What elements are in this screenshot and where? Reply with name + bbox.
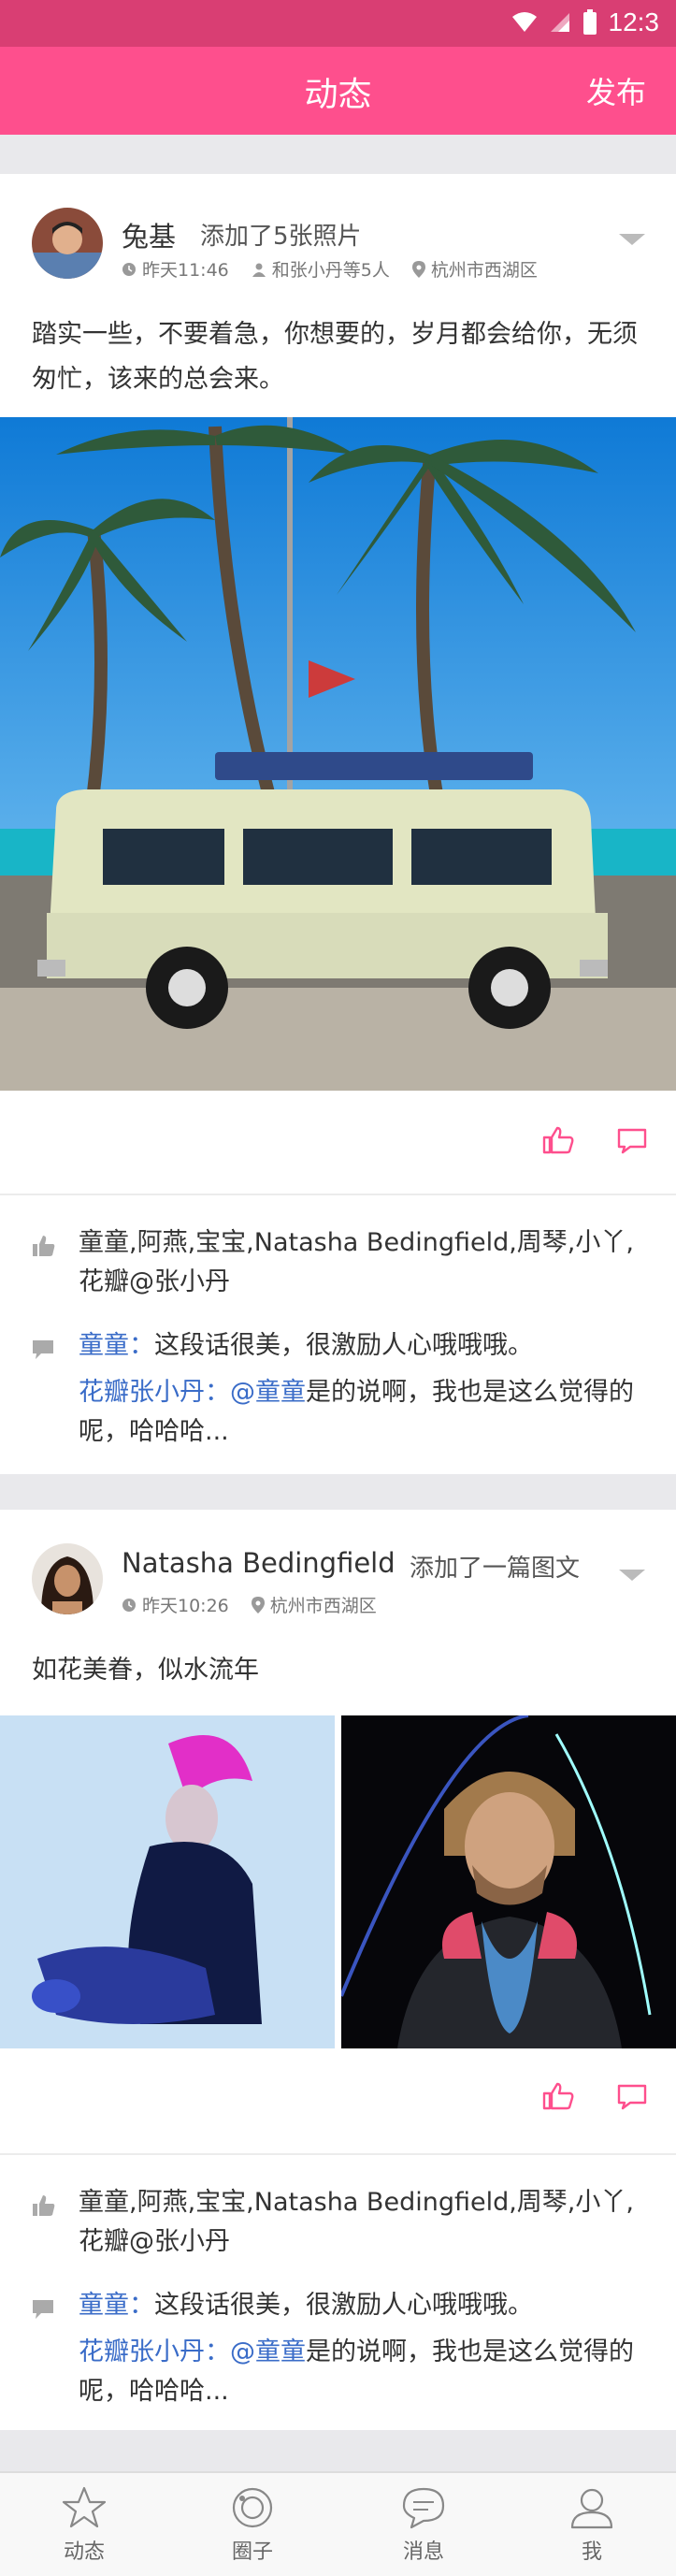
bottom-tab-bar: 动态 圈子 消息 我 [0,2471,676,2576]
post-text: 踏实一些，不要着急，你想要的，岁月都会给你，无须匆忙，该来的总会来。 [32,320,638,394]
top-nav-bar: 动态 发布 [0,47,676,135]
tab-messages[interactable]: 消息 [367,2486,480,2565]
comment-count-icon [33,2300,53,2319]
circle-icon [232,2487,273,2528]
post-meta: 昨天10:26 杭州市西湖区 [122,1592,377,1617]
comment-item[interactable]: 童童：这段话很美，很激励人心哦哦哦。 [79,1326,649,1366]
post-action-text: 添加了一篇图文 [410,1555,581,1583]
post-card: Natasha Bedingfield 添加了一篇图文 昨天10:26 杭州市西… [0,1510,676,2153]
person-icon [570,2488,613,2529]
likes-list[interactable]: 童童,阿燕,宝宝,Natasha Bedingfield,周琴,小丫,花瓣@张小… [79,2183,649,2262]
post-author-name[interactable]: Natasha Bedingfield [122,1547,396,1579]
comment-icon[interactable] [617,1128,647,1154]
avatar[interactable] [32,208,103,279]
comment-item[interactable]: 花瓣张小丹：@童童是的说啊，我也是这么觉得的呢，哈哈哈... [79,1373,649,1452]
chevron-down-icon[interactable] [619,1570,645,1581]
tab-label: 我 [581,2540,602,2564]
post-interactions: 童童,阿燕,宝宝,Natasha Bedingfield,周琴,小丫,花瓣@张小… [0,2155,676,2430]
person-icon [252,263,266,277]
wifi-icon [511,12,537,32]
post-interactions: 童童,阿燕,宝宝,Natasha Bedingfield,周琴,小丫,花瓣@张小… [0,1195,676,1474]
post-photo[interactable] [0,417,676,1091]
comment-icon[interactable] [617,2084,647,2110]
comment-text: 这段话很美，很激励人心哦哦哦。 [154,1331,533,1360]
page-title: 动态 [304,76,372,114]
post-location[interactable]: 杭州市西湖区 [270,1592,377,1617]
star-icon [62,2486,107,2528]
comment-author[interactable]: 童童： [79,2291,154,2320]
post-with-text[interactable]: 和张小丹等5人 [272,256,390,282]
tab-feed[interactable]: 动态 [28,2486,140,2565]
chat-icon [402,2487,445,2529]
like-icon[interactable] [542,1126,574,1154]
like-count-icon [33,1236,55,1256]
clock-text: 12:3 [608,7,660,36]
comment-text: 这段话很美，很激励人心哦哦哦。 [154,2291,533,2320]
status-bar: 12:3 [0,0,676,47]
comment-author[interactable]: 花瓣张小丹： [79,2337,230,2366]
post-author-name[interactable]: 兔基 [122,215,176,254]
comment-item[interactable]: 童童：这段话很美，很激励人心哦哦哦。 [79,2286,649,2325]
comment-count-icon [33,1340,53,1359]
signal-icon [550,13,569,32]
post-photo[interactable] [0,1715,335,2048]
post-text: 如花美眷，似水流年 [32,1656,259,1685]
comment-mention[interactable]: @童童 [230,2337,306,2366]
post-meta: 昨天11:46 和张小丹等5人 杭州市西湖区 [122,256,538,282]
comment-item[interactable]: 花瓣张小丹：@童童是的说啊，我也是这么觉得的呢，哈哈哈... [79,2333,649,2411]
post-photo[interactable] [339,1714,676,2048]
location-pin-icon [251,1596,265,1614]
post-location[interactable]: 杭州市西湖区 [431,256,538,282]
clock-icon [122,262,136,276]
battery-icon [583,9,597,35]
post-time: 昨天10:26 [142,1596,229,1616]
tab-me[interactable]: 我 [536,2486,648,2565]
clock-icon [122,1598,136,1612]
comment-mention[interactable]: @童童 [230,1378,306,1407]
tab-label: 圈子 [231,2540,273,2564]
chevron-down-icon[interactable] [619,234,645,245]
location-pin-icon [411,260,425,278]
post-time: 昨天11:46 [142,260,229,281]
publish-button[interactable]: 发布 [586,69,646,112]
post-action-text: 添加了5张照片 [200,223,362,251]
tab-label: 消息 [402,2540,444,2564]
post-card: 兔基 添加了5张照片 昨天11:46 和张小丹等5人 杭州市西湖区 踏实一些，不… [0,174,676,1194]
likes-list[interactable]: 童童,阿燕,宝宝,Natasha Bedingfield,周琴,小丫,花瓣@张小… [79,1223,649,1302]
tab-label: 动态 [63,2540,105,2564]
comment-author[interactable]: 童童： [79,1331,154,1360]
avatar[interactable] [32,1543,103,1614]
like-icon[interactable] [542,2082,574,2110]
comment-author[interactable]: 花瓣张小丹： [79,1378,230,1407]
like-count-icon [33,2195,55,2216]
tab-circle[interactable]: 圈子 [196,2486,309,2565]
